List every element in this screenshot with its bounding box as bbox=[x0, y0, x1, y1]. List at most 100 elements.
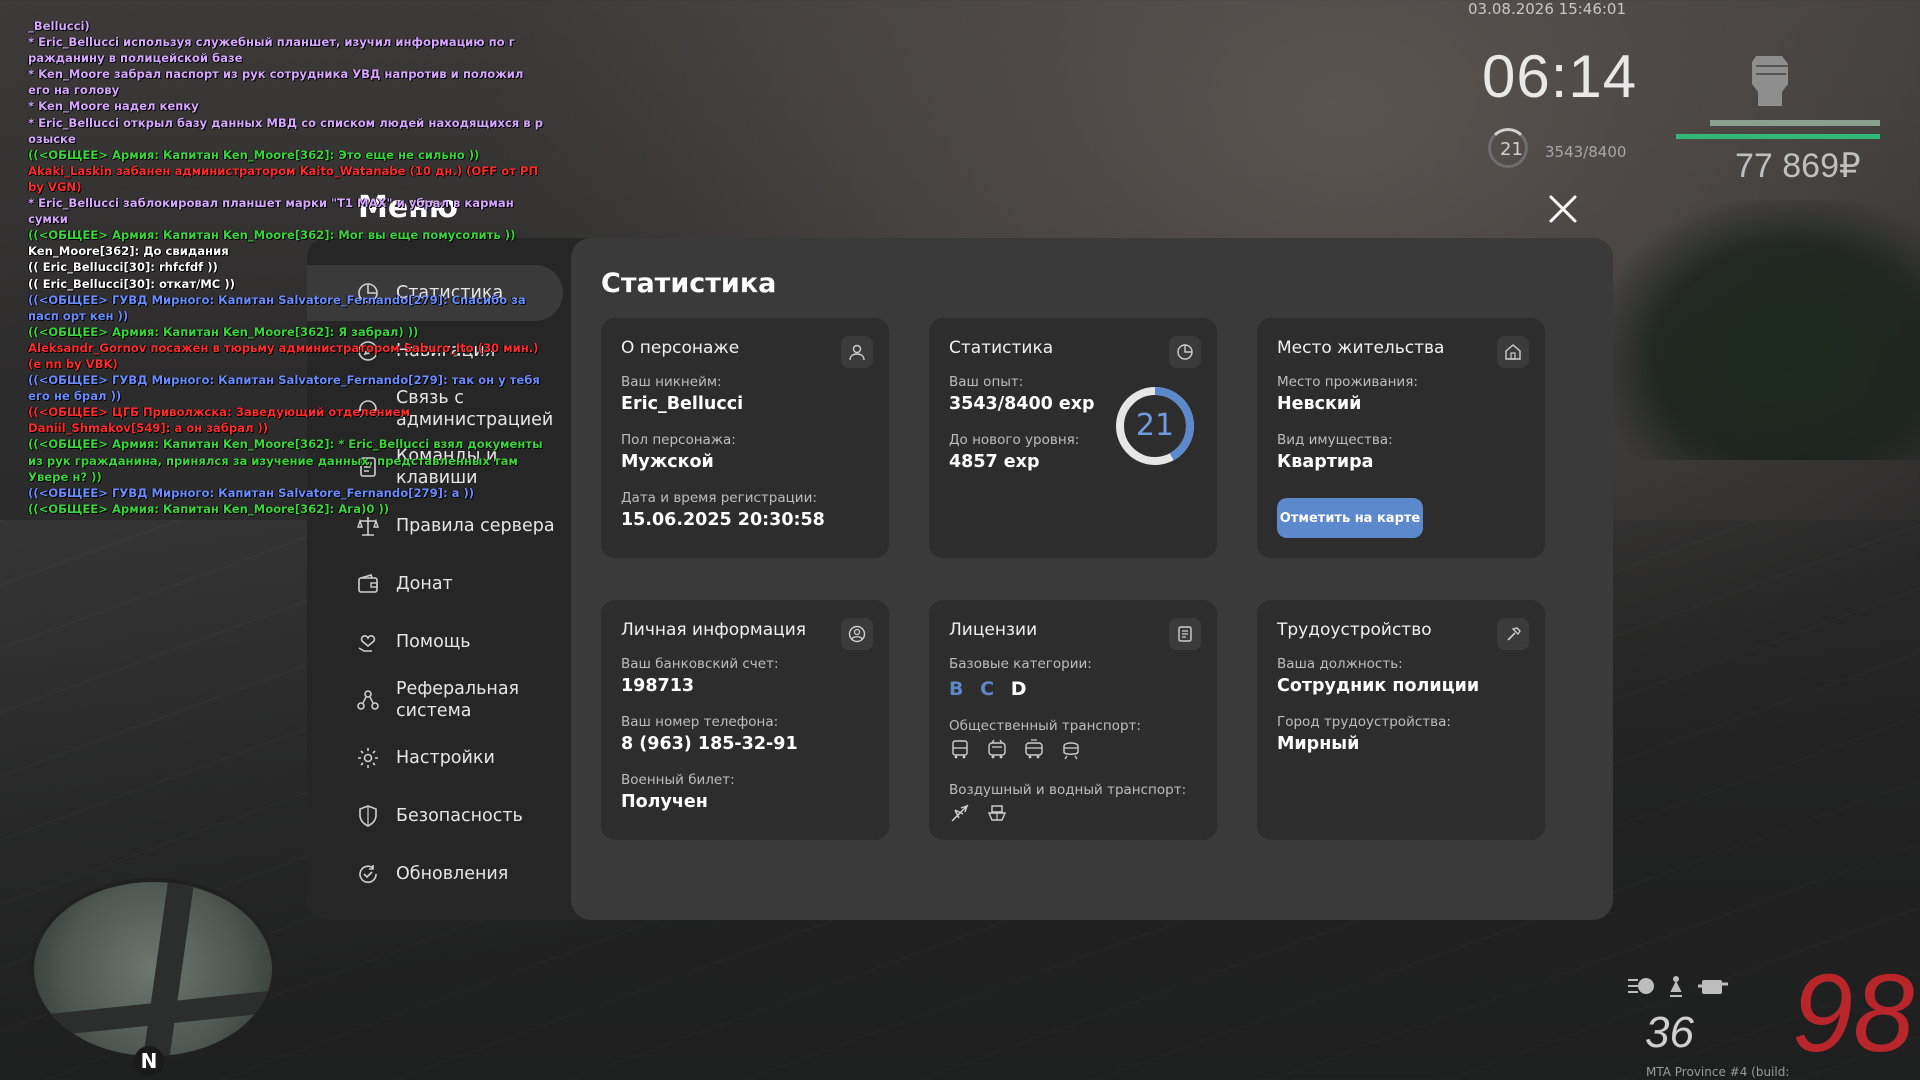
card-character: О персонаже Ваш никнейм: Eric_Bellucci П… bbox=[601, 318, 889, 558]
bank-account-label: Ваш банковский счет: bbox=[621, 656, 779, 672]
gear-icon bbox=[358, 748, 378, 768]
property-type-label: Вид имущества: bbox=[1277, 432, 1393, 448]
chat-line: Ken_Moore[362]: До свидания bbox=[28, 244, 229, 259]
chat-line: Aleksandr_Gornov посажен в тюрьму админи… bbox=[28, 340, 539, 371]
employment-city-value: Мирный bbox=[1277, 734, 1360, 754]
sidebar-item-updates[interactable]: Обновления bbox=[307, 846, 563, 902]
license-category-d: D bbox=[1010, 678, 1027, 700]
chat-line: ((<ОБЩЕЕ> ГУВД Мирного: Капитан Salvator… bbox=[28, 292, 526, 323]
residence-place-value: Невский bbox=[1277, 394, 1362, 414]
employment-city-label: Город трудоустройства: bbox=[1277, 714, 1451, 730]
hud-speed: 98 bbox=[1792, 952, 1915, 1075]
sidebar-item-label: Донат bbox=[396, 574, 453, 594]
exp-value: 3543/8400 exp bbox=[949, 394, 1095, 414]
sidebar-item-settings[interactable]: Настройки bbox=[307, 730, 563, 786]
chat-line: (( Eric_Bellucci[30]: откат/МС )) bbox=[28, 276, 235, 291]
next-level-value: 4857 exp bbox=[949, 452, 1040, 472]
chat-line: ((<ОБЩЕЕ> Армия: Капитан Ken_Moore[362]:… bbox=[28, 324, 419, 339]
sidebar-item-security[interactable]: Безопасность bbox=[307, 788, 563, 844]
house-icon bbox=[1497, 336, 1529, 368]
sidebar-item-help[interactable]: Помощь bbox=[307, 614, 563, 670]
chat-line: ((<ОБЩЕЕ> Армия: Капитан Ken_Moore[362]:… bbox=[28, 147, 480, 162]
registration-label: Дата и время регистрации: bbox=[621, 490, 817, 506]
close-icon[interactable] bbox=[1546, 192, 1580, 226]
card-licenses: Лицензии Базовые категории: B C D Общест… bbox=[929, 600, 1217, 840]
world-trees bbox=[1600, 200, 1920, 460]
public-transport-label: Общественный транспорт: bbox=[949, 718, 1141, 734]
chat-line: ((<ОБЩЕЕ> ЦГБ Приволжска: Заведующий отд… bbox=[28, 405, 410, 436]
chat-line: (( Eric_Bellucci[30]: rhfcfdf )) bbox=[28, 260, 218, 275]
compass-north-icon: N bbox=[134, 1046, 164, 1076]
chat-line: ((<ОБЩЕЕ> ГУВД Мирного: Капитан Salvator… bbox=[28, 485, 475, 500]
hud-money: 77 869₽ bbox=[1735, 147, 1861, 185]
hud-exp: 3543/8400 bbox=[1545, 143, 1627, 161]
card-residence: Место жительства Место проживания: Невск… bbox=[1257, 318, 1545, 558]
fist-icon bbox=[1752, 56, 1788, 106]
card-title: Статистика bbox=[949, 338, 1054, 358]
hud-armor-bar bbox=[1676, 134, 1880, 139]
level-progress-ring: 21 bbox=[1113, 384, 1197, 468]
sidebar-item-label: Реферальная система bbox=[396, 679, 520, 721]
registration-value: 15.06.2025 20:30:58 bbox=[621, 510, 825, 530]
phone-value: 8 (963) 185-32-91 bbox=[621, 734, 798, 754]
gender-label: Пол персонажа: bbox=[621, 432, 736, 448]
license-categories: B C D bbox=[949, 678, 1036, 700]
nickname-label: Ваш никнейм: bbox=[621, 374, 722, 390]
train-icon bbox=[1063, 742, 1079, 760]
license-category-b: B bbox=[949, 678, 964, 700]
hud-health-bar bbox=[1710, 120, 1880, 126]
chat-line: * Ken_Moore забрал паспорт из рук сотруд… bbox=[28, 67, 524, 98]
next-level-label: До нового уровня: bbox=[949, 432, 1080, 448]
pie-chart-icon bbox=[1169, 336, 1201, 368]
card-title: Лицензии bbox=[949, 620, 1038, 640]
air-water-transport-label: Воздушный и водный транспорт: bbox=[949, 782, 1187, 798]
exp-label: Ваш опыт: bbox=[949, 374, 1024, 390]
chat-line: * Eric_Bellucci заблокировал планшет мар… bbox=[28, 196, 514, 227]
property-type-value: Квартира bbox=[1277, 452, 1374, 472]
sidebar-item-referral[interactable]: Реферальная система bbox=[307, 672, 563, 728]
sidebar-item-label: Обновления bbox=[396, 864, 509, 884]
wallet-icon bbox=[358, 574, 378, 593]
chat-line: ((<ОБЩЕЕ> ГУВД Мирного: Капитан Salvator… bbox=[28, 373, 540, 404]
license-category-c: C bbox=[980, 678, 995, 700]
public-transport-icons bbox=[949, 738, 1082, 760]
hud-datetime: 03.08.2026 15:46:01 bbox=[1468, 0, 1627, 18]
people-network-icon bbox=[357, 690, 379, 710]
card-title: Личная информация bbox=[621, 620, 807, 640]
mark-on-map-button[interactable]: Отметить на карте bbox=[1277, 498, 1423, 538]
chat-log: _Bellucci) * Eric_Bellucci используя служ… bbox=[28, 18, 548, 517]
card-title: Трудоустройство bbox=[1277, 620, 1432, 640]
refresh-check-icon bbox=[359, 865, 377, 884]
level-value: 21 bbox=[1135, 408, 1175, 443]
bank-account-value: 198713 bbox=[621, 676, 695, 696]
card-title: Место жительства bbox=[1277, 338, 1445, 358]
boat-icon bbox=[987, 805, 1007, 821]
heart-hand-icon bbox=[358, 635, 376, 652]
chat-line: ((<ОБЩЕЕ> Армия: Капитан Ken_Moore[362]:… bbox=[28, 228, 516, 243]
hud-level: 21 bbox=[1500, 139, 1523, 160]
chat-line: ((<ОБЩЕЕ> Армия: Капитан Ken_Moore[362]:… bbox=[28, 501, 390, 516]
military-id-label: Военный билет: bbox=[621, 772, 735, 788]
position-label: Ваша должность: bbox=[1277, 656, 1403, 672]
build-info: MTA Province #4 (build: s4911c4911r1581v… bbox=[1646, 1065, 1798, 1080]
gender-value: Мужской bbox=[621, 452, 714, 472]
shield-icon bbox=[359, 805, 377, 827]
chat-line: ((<ОБЩЕЕ> Армия: Капитан Ken_Moore[362]:… bbox=[28, 437, 543, 484]
nickname-value: Eric_Bellucci bbox=[621, 394, 744, 414]
residence-place-label: Место проживания: bbox=[1277, 374, 1418, 390]
position-value: Сотрудник полиции bbox=[1277, 676, 1480, 696]
minimap-road bbox=[140, 882, 194, 1056]
sidebar-item-donate[interactable]: Донат bbox=[307, 556, 563, 612]
tram-icon bbox=[1025, 739, 1043, 759]
scales-icon bbox=[357, 517, 379, 536]
sidebar-item-label: Настройки bbox=[396, 748, 495, 768]
page-title: Статистика bbox=[601, 268, 777, 299]
minimap bbox=[30, 878, 276, 1060]
card-personal-info: Личная информация Ваш банковский счет: 1… bbox=[601, 600, 889, 840]
military-id-value: Получен bbox=[621, 792, 708, 812]
card-statistics: Статистика Ваш опыт: 3543/8400 exp До но… bbox=[929, 318, 1217, 558]
chat-line: _Bellucci) bbox=[28, 19, 90, 33]
statistics-content: Статистика О персонаже Ваш никнейм: Eric… bbox=[571, 238, 1613, 920]
sidebar-item-label: Безопасность bbox=[396, 806, 523, 826]
hud-clock: 06:14 bbox=[1482, 43, 1638, 110]
